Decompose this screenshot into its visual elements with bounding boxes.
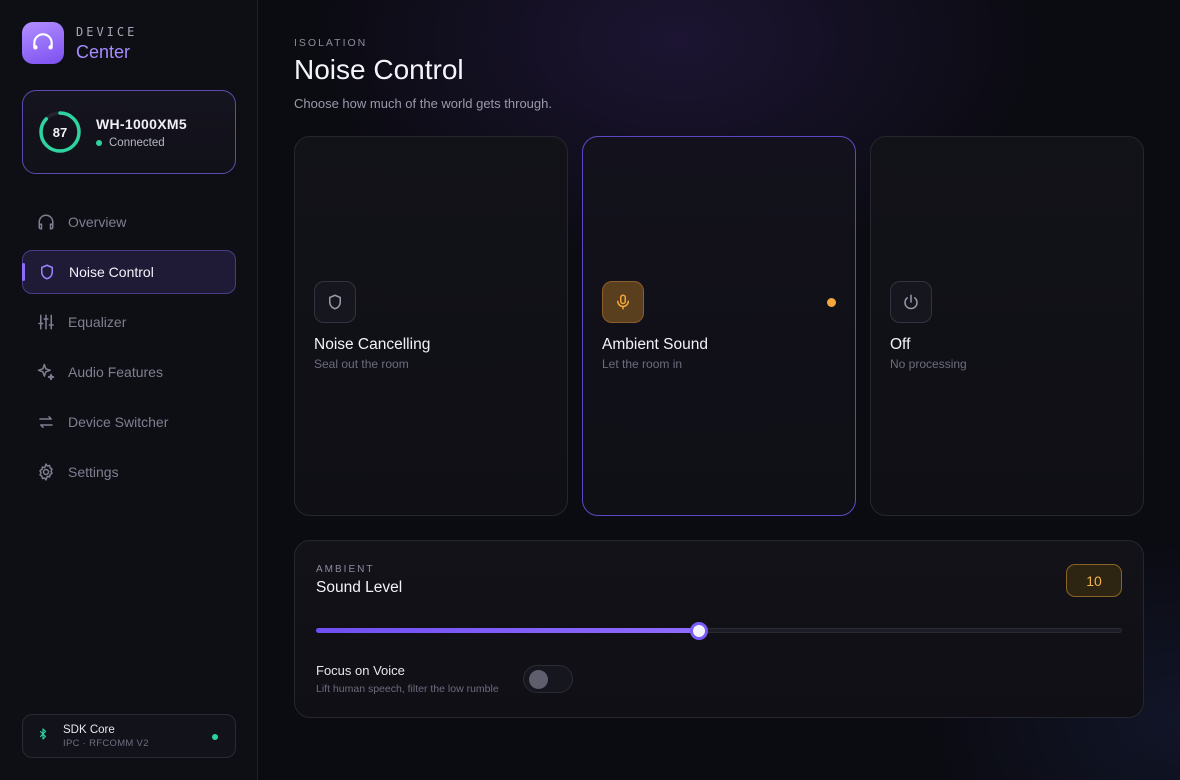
- device-info: WH-1000XM5 Connected: [96, 116, 187, 149]
- sidebar-item-settings[interactable]: Settings: [22, 450, 236, 494]
- panel-title: Sound Level: [316, 579, 403, 596]
- mode-card-off[interactable]: Off No processing: [870, 136, 1144, 516]
- page-eyebrow: ISOLATION: [294, 37, 368, 49]
- brand-line1: DEVICE: [76, 24, 138, 39]
- selected-indicator: [827, 298, 836, 307]
- device-name: WH-1000XM5: [96, 115, 187, 132]
- microphone-icon: [602, 281, 644, 323]
- mode-card-noise-cancelling[interactable]: Noise Cancelling Seal out the room: [294, 136, 568, 516]
- focus-voice-toggle[interactable]: [523, 665, 573, 693]
- focus-voice-description: Lift human speech, filter the low rumble: [316, 683, 499, 695]
- ambient-level-slider[interactable]: [316, 622, 1122, 640]
- mode-title: Noise Cancelling: [314, 336, 431, 353]
- status-dot: [96, 139, 102, 146]
- sparkle-icon: [36, 362, 56, 382]
- brand-line2: Center: [76, 41, 131, 62]
- mode-card-ambient-sound[interactable]: Ambient Sound Let the room in: [582, 136, 856, 516]
- headphones-icon: [36, 212, 56, 232]
- headphones-icon: [22, 22, 64, 64]
- mode-title: Off: [890, 336, 911, 353]
- brand: DEVICE Center: [22, 22, 137, 64]
- sdk-title: SDK Core: [63, 723, 115, 736]
- page-title: Noise Control: [294, 54, 464, 85]
- gear-icon: [36, 462, 56, 482]
- sdk-status-card: SDK Core IPC · RFCOMM V2: [22, 714, 236, 758]
- level-value-badge: 10: [1066, 564, 1122, 597]
- main-content: ISOLATION Noise Control Choose how much …: [258, 0, 1180, 780]
- device-status-label: Connected: [109, 136, 165, 149]
- shield-icon: [37, 262, 57, 282]
- device-card[interactable]: 87 WH-1000XM5 Connected: [22, 90, 236, 174]
- brand-text: DEVICE Center: [76, 24, 137, 63]
- battery-ring: 87: [38, 110, 82, 154]
- sidebar-item-label: Device Switcher: [68, 414, 169, 430]
- sidebar-item-label: Settings: [68, 464, 119, 480]
- sidebar-item-noise-control[interactable]: Noise Control: [22, 250, 236, 294]
- sidebar-nav: Overview Noise Control Equalizer Audio F…: [22, 200, 236, 500]
- power-icon: [890, 281, 932, 323]
- device-status: Connected: [96, 137, 187, 149]
- battery-level: 87: [52, 124, 68, 140]
- sidebar-item-label: Audio Features: [68, 364, 163, 380]
- sidebar: DEVICE Center 87 WH-1000XM5 Connected Ov…: [0, 0, 258, 780]
- sidebar-item-device-switcher[interactable]: Device Switcher: [22, 400, 236, 444]
- focus-voice-label: Focus on Voice: [316, 663, 405, 678]
- mode-subtitle: Seal out the room: [314, 357, 409, 371]
- shield-icon: [314, 281, 356, 323]
- mode-subtitle: Let the room in: [602, 357, 683, 371]
- ambient-level-panel: AMBIENT Sound Level 10 Focus on Voice Li…: [294, 540, 1144, 718]
- sidebar-item-label: Equalizer: [68, 314, 127, 330]
- page-subtitle: Choose how much of the world gets throug…: [294, 96, 552, 111]
- sdk-status-dot: [212, 734, 218, 740]
- equalizer-icon: [36, 312, 56, 332]
- slider-fill: [316, 628, 699, 633]
- sidebar-item-audio-features[interactable]: Audio Features: [22, 350, 236, 394]
- sdk-subtitle: IPC · RFCOMM V2: [63, 737, 149, 749]
- sdk-text: SDK Core IPC · RFCOMM V2: [63, 724, 149, 749]
- sidebar-item-label: Noise Control: [69, 264, 154, 280]
- toggle-knob: [529, 670, 548, 689]
- mode-subtitle: No processing: [890, 357, 967, 371]
- sidebar-item-equalizer[interactable]: Equalizer: [22, 300, 236, 344]
- sidebar-item-overview[interactable]: Overview: [22, 200, 236, 244]
- mode-title: Ambient Sound: [602, 336, 708, 353]
- panel-eyebrow: AMBIENT: [316, 564, 375, 575]
- app: DEVICE Center 87 WH-1000XM5 Connected Ov…: [0, 0, 1180, 780]
- slider-thumb[interactable]: [689, 622, 708, 640]
- bluetooth-icon: [37, 727, 49, 746]
- sidebar-item-label: Overview: [68, 214, 127, 230]
- switch-arrows-icon: [36, 412, 56, 432]
